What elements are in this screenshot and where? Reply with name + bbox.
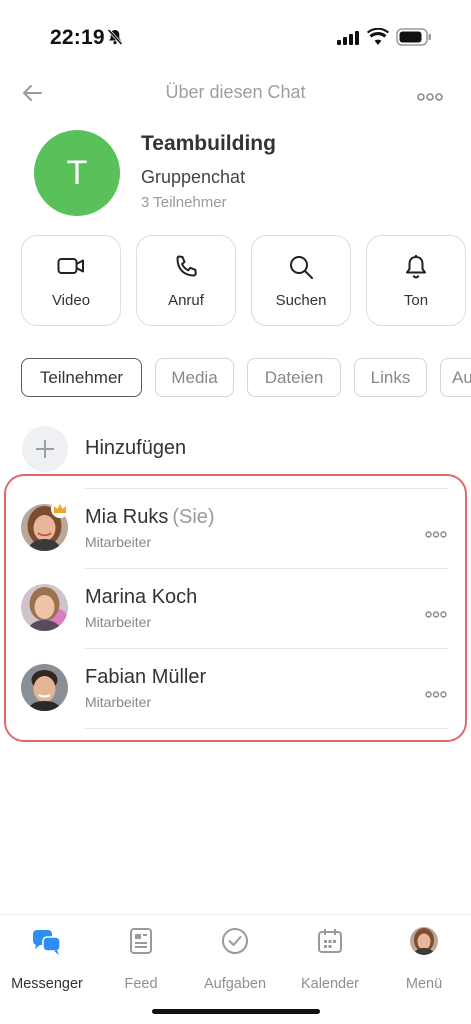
tab-files[interactable]: Dateien [247,358,341,397]
tab-messenger-label: Messenger [11,976,83,992]
video-label: Video [51,292,91,309]
video-button[interactable]: Video [21,235,121,326]
tab-feed[interactable]: Feed [94,927,188,992]
member-name: Fabian Müller [85,666,207,688]
more-options-icon[interactable] [425,605,447,623]
tab-messenger[interactable]: Messenger [0,927,94,992]
member-role: Mitarbeiter [85,534,152,550]
signal-icon [337,31,359,50]
member-role: Mitarbeiter [85,614,152,630]
tab-media[interactable]: Media [155,358,234,397]
status-time: 22:19 [50,26,105,49]
section-tabs: Teilnehmer Media Dateien Links Au [21,358,471,398]
more-options-icon[interactable] [425,685,447,703]
avatar [21,584,68,631]
member-name-text: Mia Ruks [85,506,169,528]
tab-tasks[interactable]: Aufgaben [188,927,282,992]
tab-links[interactable]: Links [354,358,427,397]
avatar [21,664,68,711]
calendar-icon [316,927,344,960]
add-member-row[interactable]: Hinzufügen [22,426,452,472]
tab-tasks-label: Aufgaben [203,976,267,992]
feed-icon [127,927,155,960]
member-row[interactable]: Fabian Müller Mitarbeiter [0,648,471,728]
member-row[interactable]: Mia Ruks (Sie) Mitarbeiter [0,488,471,568]
tab-menu-label: Menü [405,976,443,992]
menu-avatar [410,927,438,960]
status-bar: 22:19 [0,0,471,70]
member-name: Marina Koch [85,586,198,608]
plus-icon [22,426,68,472]
member-name: Mia Ruks (Sie) [85,506,215,529]
tab-participants[interactable]: Teilnehmer [21,358,142,397]
more-options-icon[interactable] [417,88,443,106]
member-row[interactable]: Marina Koch Mitarbeiter [0,568,471,648]
bell-icon [403,254,429,285]
tab-more[interactable]: Au [440,358,471,397]
chat-avatar: T [34,130,120,216]
call-button[interactable]: Anruf [136,235,236,326]
search-label: Suchen [275,292,327,309]
chat-members-count: 3 Teilnehmer [141,194,227,211]
video-icon [57,254,85,283]
search-icon [288,254,314,285]
sound-label: Ton [403,292,429,309]
bottom-tab-bar: Messenger Feed Aufgaben Kalender Menü [0,914,471,1024]
messenger-icon [32,927,62,962]
home-indicator [152,1009,320,1014]
member-self-tag: (Sie) [172,506,215,528]
search-button[interactable]: Suchen [251,235,351,326]
crown-icon [51,500,69,518]
divider [84,728,448,729]
sound-button[interactable]: Ton [366,235,466,326]
page-title: Über diesen Chat [165,82,306,102]
tab-feed-label: Feed [124,976,158,992]
tab-calendar-label: Kalender [300,976,360,992]
add-member-label: Hinzufügen [85,437,187,459]
action-row: Video Anruf Suchen Ton [21,235,471,327]
chat-type: Gruppenchat [141,167,246,187]
more-options-icon[interactable] [425,525,447,543]
bell-muted-icon [106,28,124,51]
member-role: Mitarbeiter [85,694,152,710]
chat-name: Teambuilding [141,132,276,155]
tab-menu[interactable]: Menü [377,927,471,992]
call-label: Anruf [168,292,204,309]
battery-icon [396,28,432,51]
tasks-icon [221,927,249,960]
phone-icon [173,254,199,285]
wifi-icon [367,27,389,51]
nav-header: Über diesen Chat [0,70,471,114]
tab-calendar[interactable]: Kalender [283,927,377,992]
